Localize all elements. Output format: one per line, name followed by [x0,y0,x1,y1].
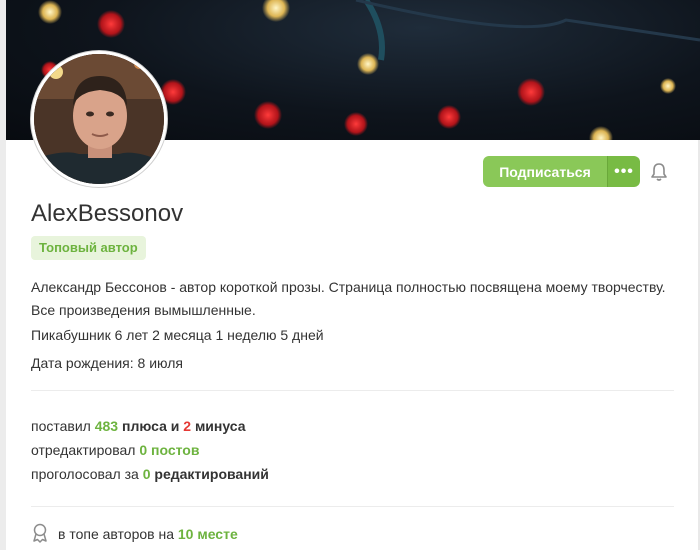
minus-word: минуса [194,418,246,434]
membership-duration: Пикабушник 6 лет 2 месяца 1 неделю 5 дне… [31,327,324,343]
top-author-badge[interactable]: Топовый автор [31,236,146,260]
subscribe-group: Подписаться ••• [483,156,640,187]
divider [31,390,674,391]
stats-edited: отредактировал 0 постов [31,442,199,458]
avatar[interactable] [31,51,167,187]
award-icon [33,523,47,543]
plus-count: 483 [94,418,119,434]
voted-word: редактирований [154,466,269,482]
stats-votes: поставил 483 плюса и 2 минуса [31,418,246,434]
plus-word: плюса и [121,418,180,434]
voted-prefix: проголосовал за [31,466,139,482]
more-options-button[interactable]: ••• [607,156,640,187]
avatar-photo [34,54,164,184]
votes-prefix: поставил [31,418,91,434]
stats-voted: проголосовал за 0 редактирований [31,466,269,482]
profile-about: Александр Бессонов - автор короткой проз… [31,279,666,318]
more-dots-icon: ••• [614,162,634,180]
minus-count: 2 [183,418,192,434]
author-rank: в топе авторов на 10 месте [58,526,238,542]
voted-count: 0 [142,466,151,482]
edited-prefix: отредактировал [31,442,136,458]
profile-username: AlexBessonov [31,200,184,227]
bell-icon[interactable] [649,162,669,182]
rank-place-link[interactable]: 10 месте [178,526,238,542]
rank-prefix: в топе авторов на [58,526,174,542]
birthday: Дата рождения: 8 июля [31,355,183,371]
edited-count-link[interactable]: 0 постов [139,442,199,458]
subscribe-button[interactable]: Подписаться [483,156,607,187]
divider [31,506,674,507]
